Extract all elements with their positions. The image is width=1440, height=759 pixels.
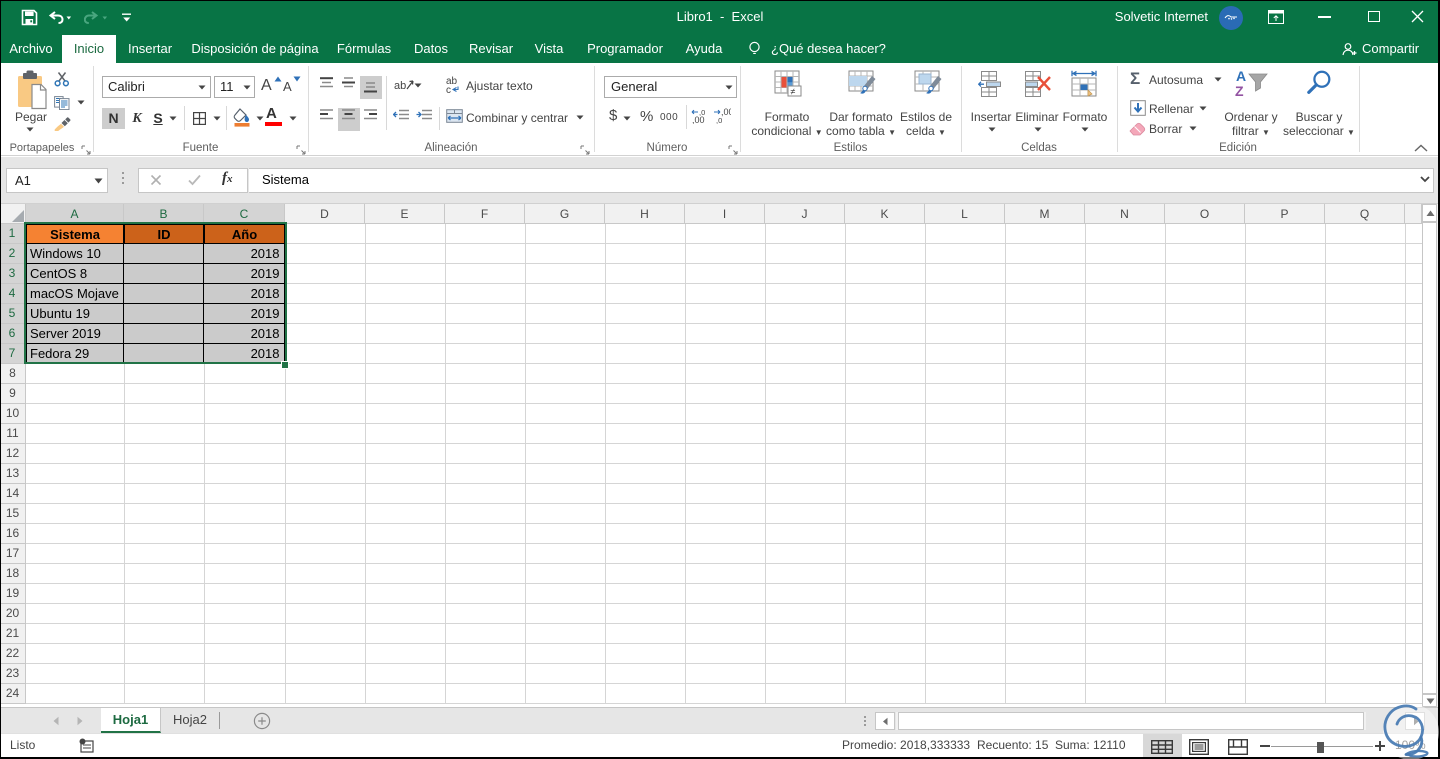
svg-text:,0: ,0 <box>716 116 722 124</box>
svg-text:,00: ,00 <box>721 108 731 117</box>
svg-text:c: c <box>446 85 451 93</box>
svg-text:≠: ≠ <box>791 87 796 97</box>
svg-text:ab: ab <box>394 80 406 92</box>
svg-text:,00: ,00 <box>692 115 705 124</box>
